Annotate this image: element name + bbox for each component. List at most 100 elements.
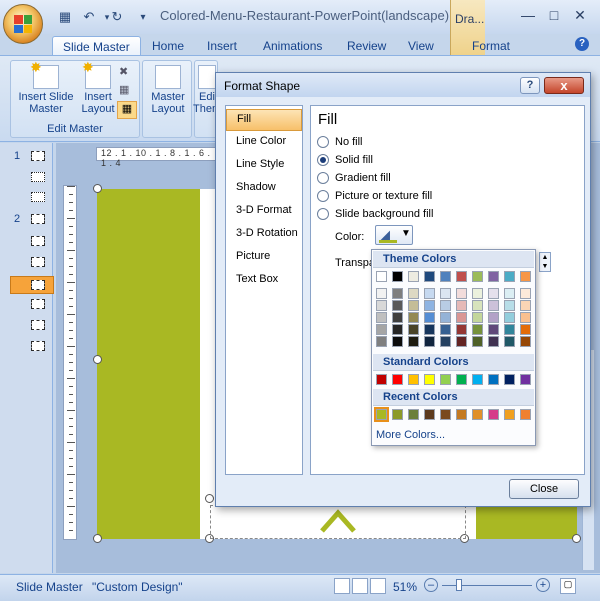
color-swatch[interactable] <box>520 324 531 335</box>
color-swatch[interactable] <box>408 271 419 282</box>
color-swatch[interactable] <box>440 374 451 385</box>
color-swatch[interactable] <box>488 324 499 335</box>
category-3d-format[interactable]: 3-D Format <box>226 201 302 223</box>
help-icon[interactable]: ? <box>575 37 589 51</box>
slide-thumbnail[interactable] <box>31 151 45 161</box>
slideshow-icon[interactable] <box>370 578 386 594</box>
tab-review[interactable]: Review <box>337 36 396 56</box>
color-swatch[interactable] <box>520 336 531 347</box>
color-swatch[interactable] <box>504 336 515 347</box>
preserve-icon[interactable]: ▦ <box>117 101 137 119</box>
color-swatch[interactable] <box>456 300 467 311</box>
radio-slide-background-fill[interactable] <box>317 208 329 220</box>
color-swatch[interactable] <box>424 374 435 385</box>
resize-handle[interactable] <box>572 534 581 543</box>
color-swatch[interactable] <box>408 374 419 385</box>
color-swatch[interactable] <box>504 409 515 420</box>
slide-thumbnail[interactable] <box>31 192 45 202</box>
zoom-in-icon[interactable]: + <box>536 578 550 592</box>
customize-qat-icon[interactable]: ▾ <box>134 8 152 26</box>
category-3d-rotation[interactable]: 3-D Rotation <box>226 224 302 246</box>
slide-thumbnail[interactable] <box>31 257 45 267</box>
category-fill[interactable]: Fill <box>226 109 302 131</box>
color-swatch[interactable] <box>440 409 451 420</box>
rename-icon[interactable]: ▦ <box>119 83 135 96</box>
color-swatch[interactable] <box>424 324 435 335</box>
maximize-icon[interactable]: □ <box>542 6 566 24</box>
category-shadow[interactable]: Shadow <box>226 178 302 200</box>
dialog-help-button[interactable]: ? <box>520 77 540 94</box>
color-swatch[interactable] <box>504 300 515 311</box>
color-swatch[interactable] <box>504 288 515 299</box>
color-swatch[interactable] <box>424 288 435 299</box>
color-swatch[interactable] <box>456 374 467 385</box>
tab-insert[interactable]: Insert <box>197 36 247 56</box>
gradient-fill-label[interactable]: Gradient fill <box>335 172 391 184</box>
color-swatch[interactable] <box>456 312 467 323</box>
color-swatch[interactable] <box>392 374 403 385</box>
color-swatch[interactable] <box>456 288 467 299</box>
color-swatch[interactable] <box>408 300 419 311</box>
radio-picture-fill[interactable] <box>317 190 329 202</box>
slide-thumbnail[interactable] <box>31 236 45 246</box>
color-swatch[interactable] <box>392 271 403 282</box>
color-swatch[interactable] <box>520 374 531 385</box>
color-swatch[interactable] <box>488 271 499 282</box>
color-swatch[interactable] <box>456 336 467 347</box>
color-swatch[interactable] <box>440 312 451 323</box>
slide-sorter-icon[interactable] <box>352 578 368 594</box>
color-swatch[interactable] <box>520 300 531 311</box>
color-swatch[interactable] <box>424 300 435 311</box>
color-swatch[interactable] <box>488 374 499 385</box>
color-swatch[interactable] <box>472 336 483 347</box>
color-swatch[interactable] <box>424 312 435 323</box>
master-layout-button[interactable]: Master Layout <box>145 65 191 115</box>
resize-handle[interactable] <box>93 355 102 364</box>
transparency-spinner[interactable]: ▲ ▼ <box>539 252 551 272</box>
color-swatch[interactable] <box>424 271 435 282</box>
green-panel-right[interactable] <box>476 505 577 539</box>
resize-handle[interactable] <box>205 494 214 503</box>
color-swatch[interactable] <box>472 271 483 282</box>
fit-to-window-icon[interactable]: ▢ <box>560 578 576 594</box>
color-swatch[interactable] <box>424 409 435 420</box>
resize-handle[interactable] <box>93 184 102 193</box>
slide-thumbnail[interactable] <box>31 214 45 224</box>
color-swatch[interactable] <box>504 271 515 282</box>
radio-gradient-fill[interactable] <box>317 172 329 184</box>
slide-thumbnail[interactable] <box>31 172 45 182</box>
category-line-color[interactable]: Line Color <box>226 132 302 154</box>
resize-handle[interactable] <box>93 534 102 543</box>
color-swatch[interactable] <box>472 312 483 323</box>
color-swatch[interactable] <box>472 288 483 299</box>
color-swatch[interactable] <box>376 312 387 323</box>
color-swatch[interactable] <box>520 271 531 282</box>
color-swatch[interactable] <box>408 312 419 323</box>
office-button[interactable] <box>3 4 43 44</box>
tab-slide-master[interactable]: Slide Master <box>52 36 141 56</box>
color-swatch[interactable] <box>392 336 403 347</box>
minimize-icon[interactable]: — <box>516 6 540 24</box>
color-swatch[interactable] <box>376 374 387 385</box>
slide-thumbnail[interactable] <box>31 320 45 330</box>
color-swatch[interactable] <box>424 336 435 347</box>
color-swatch[interactable] <box>440 300 451 311</box>
insert-layout-button[interactable]: ✸ Insert Layout <box>77 60 119 115</box>
no-fill-label[interactable]: No fill <box>335 136 363 148</box>
color-swatch[interactable] <box>472 409 483 420</box>
tab-animations[interactable]: Animations <box>253 36 332 56</box>
tab-view[interactable]: View <box>398 36 444 56</box>
selected-thumbnail-highlight[interactable] <box>10 276 54 294</box>
normal-view-icon[interactable] <box>334 578 350 594</box>
tab-format[interactable]: Format <box>462 36 520 56</box>
color-swatch[interactable] <box>520 288 531 299</box>
color-swatch[interactable] <box>456 324 467 335</box>
color-swatch[interactable] <box>488 336 499 347</box>
color-swatch[interactable] <box>376 324 387 335</box>
color-swatch[interactable] <box>504 324 515 335</box>
redo-icon[interactable]: ↻ <box>108 8 126 26</box>
fill-color-button[interactable]: ◢ ▼ <box>375 225 413 245</box>
color-swatch[interactable] <box>392 300 403 311</box>
color-swatch[interactable] <box>488 288 499 299</box>
color-swatch[interactable] <box>472 300 483 311</box>
